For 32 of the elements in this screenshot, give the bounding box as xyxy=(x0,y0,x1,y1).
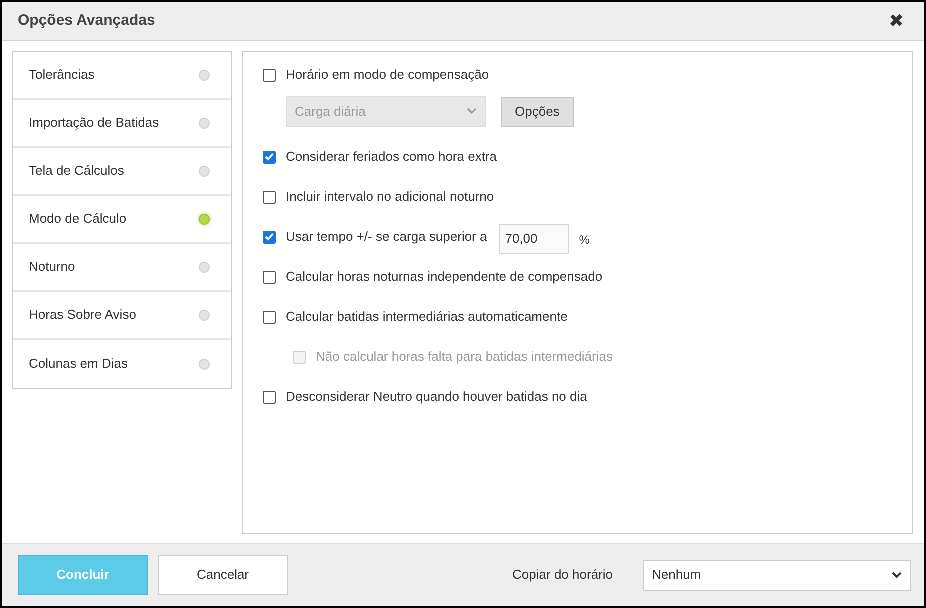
option-label: Incluir intervalo no adicional noturno xyxy=(286,188,494,206)
option-label: Usar tempo +/- se carga superior a xyxy=(286,228,488,246)
option-label: Considerar feriados como hora extra xyxy=(286,148,497,166)
sidebar-item[interactable]: Importação de Batidas xyxy=(13,100,231,148)
cancel-button[interactable]: Cancelar xyxy=(158,555,288,595)
option-label: Calcular batidas intermediárias automaticamente xyxy=(286,308,568,326)
percent-input-field[interactable]: 70,00 xyxy=(499,224,570,254)
options-button[interactable]: Opções xyxy=(501,96,574,126)
close-button[interactable]: ✖ xyxy=(885,12,908,30)
copy-schedule-label: Copiar do horário xyxy=(512,566,613,584)
window-title: Opções Avançadas xyxy=(18,10,156,31)
option-label: Calcular horas noturnas independente de compensado xyxy=(286,268,603,286)
checkbox[interactable] xyxy=(263,150,276,164)
chevron-down-icon xyxy=(892,572,902,578)
option-label: Desconsiderar Neutro quando houver batidas no dia xyxy=(286,388,588,406)
unit-label: % xyxy=(579,232,590,249)
chevron-down-icon xyxy=(467,108,477,115)
copy-schedule-select[interactable]: Nenhum xyxy=(643,560,911,590)
option-label: Não calcular horas falta para batidas intermediárias xyxy=(316,348,613,366)
sidebar-item[interactable]: Horas Sobre Aviso xyxy=(13,292,231,340)
sidebar-item[interactable]: Tela de Cálculos xyxy=(13,148,231,196)
sidebar-item[interactable]: Modo de Cálculo xyxy=(13,196,231,244)
checkbox[interactable] xyxy=(263,390,276,404)
sidebar-item[interactable]: Noturno xyxy=(13,244,231,292)
checkbox[interactable] xyxy=(263,230,276,244)
checkbox[interactable] xyxy=(263,310,276,324)
option-label: Horário em modo de compensação xyxy=(286,66,490,84)
sidebar-item[interactable]: Colunas em Dias xyxy=(13,340,231,388)
checkbox[interactable] xyxy=(263,270,276,284)
checkbox[interactable] xyxy=(263,68,276,82)
checkbox[interactable] xyxy=(263,190,276,204)
sidebar-item[interactable]: Tolerâncias xyxy=(13,52,231,100)
